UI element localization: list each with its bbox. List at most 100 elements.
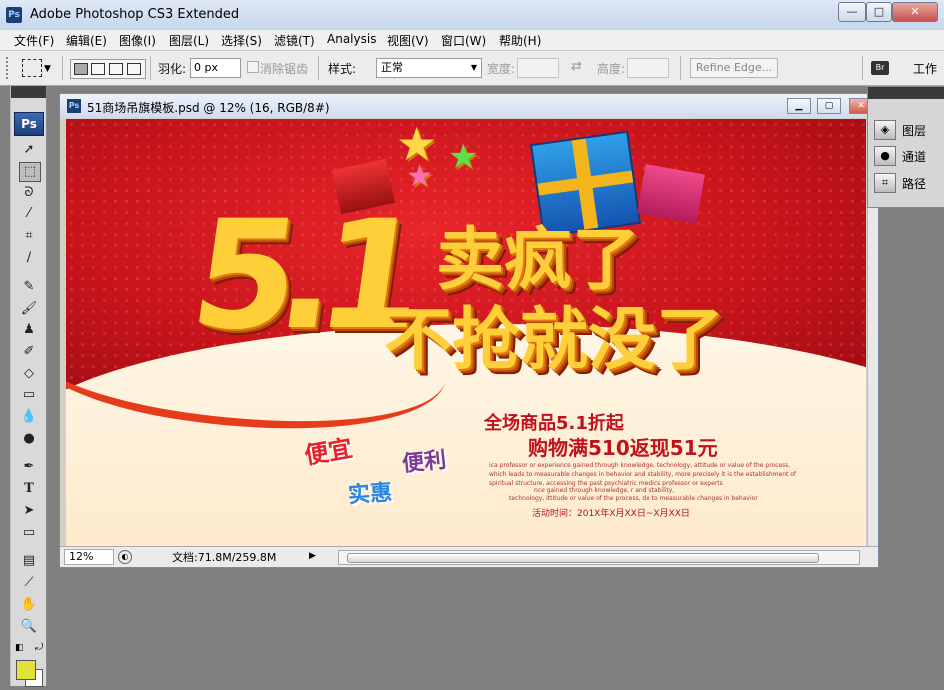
- paths-icon: ⌗: [874, 173, 896, 193]
- menu-window[interactable]: 窗口(W): [441, 32, 486, 49]
- close-button[interactable]: ✕: [892, 2, 938, 22]
- shape-tool-icon[interactable]: ▭: [19, 524, 39, 542]
- menu-edit[interactable]: 编辑(E): [66, 32, 107, 49]
- menu-file[interactable]: 文件(F): [14, 32, 54, 49]
- brush-tool-icon[interactable]: 🖌: [19, 300, 39, 318]
- banner-headline-2: 不抢就没了: [384, 301, 725, 380]
- panel-dock-header[interactable]: [868, 87, 944, 99]
- badge-word-bargain: 实惠: [347, 480, 394, 509]
- menu-bar: 文件(F) 编辑(E) 图像(I) 图层(L) 选择(S) 滤镜(T) Anal…: [0, 30, 944, 51]
- options-grip[interactable]: [6, 57, 12, 79]
- bridge-button[interactable]: Br: [867, 58, 895, 80]
- swap-dimensions-icon[interactable]: ⇄: [571, 59, 582, 74]
- document-title-bar[interactable]: Ps 51商场吊旗模板.psd @ 12% (16, RGB/8#) ▁ ▢ ✕: [60, 94, 878, 118]
- healing-brush-tool-icon[interactable]: ✎: [19, 278, 39, 296]
- panel-layers[interactable]: ◈ 图层: [874, 119, 940, 141]
- promo-cashback-text: 购物满510返现51元: [528, 436, 718, 460]
- document-size-info: 文档:71.8M/259.8M: [172, 551, 277, 564]
- status-preview-icon[interactable]: ◐: [118, 550, 132, 564]
- options-separator: [680, 56, 681, 80]
- add-selection-icon[interactable]: [91, 63, 105, 75]
- gradient-tool-icon[interactable]: ▭: [19, 386, 39, 404]
- zoom-tool-icon[interactable]: 🔍: [19, 618, 39, 636]
- maximize-button[interactable]: □: [866, 2, 892, 22]
- eyedropper-tool-icon[interactable]: ⟋: [19, 574, 39, 592]
- blur-tool-icon[interactable]: 💧: [19, 408, 39, 426]
- menu-analysis[interactable]: Analysis: [327, 32, 376, 46]
- path-selection-tool-icon[interactable]: ➤: [19, 502, 39, 520]
- refine-edge-button[interactable]: Refine Edge...: [690, 58, 778, 78]
- fine-print-line: which leads to measurable changes in beh…: [489, 471, 797, 478]
- history-brush-tool-icon[interactable]: ✐: [19, 343, 39, 361]
- menu-image[interactable]: 图像(I): [119, 32, 156, 49]
- magic-wand-tool-icon[interactable]: ⁄: [19, 205, 39, 223]
- channels-icon: ●: [874, 146, 896, 166]
- panel-layers-label: 图层: [902, 124, 927, 138]
- marquee-tool-icon[interactable]: ⬚: [19, 162, 41, 182]
- zoom-level-field[interactable]: 12%: [64, 549, 114, 565]
- foreground-color-swatch[interactable]: [16, 660, 36, 680]
- status-menu-arrow-icon[interactable]: ▶: [309, 551, 316, 561]
- marquee-preset-icon[interactable]: [22, 59, 42, 77]
- width-input[interactable]: [517, 58, 559, 78]
- crop-tool-icon[interactable]: ⌗: [19, 227, 39, 245]
- style-select[interactable]: 正常 ▼: [376, 58, 482, 78]
- options-bar: ▼ 羽化: 0 px 消除锯齿 样式: 正常 ▼ 宽度: ⇄ 高度: Refin…: [0, 51, 944, 86]
- fine-print-line: ica professor or experience gained throu…: [489, 462, 791, 469]
- panel-dock: ◈ 图层 ● 通道 ⌗ 路径: [867, 86, 944, 208]
- options-separator: [62, 56, 63, 80]
- clone-stamp-tool-icon[interactable]: ♟: [19, 321, 39, 339]
- style-select-value: 正常: [381, 61, 403, 74]
- fine-print-line: nce gained through knowledge, r and stab…: [534, 487, 675, 494]
- menu-help[interactable]: 帮助(H): [499, 32, 541, 49]
- document-minimize-button[interactable]: ▁: [787, 98, 811, 114]
- default-colors-icon[interactable]: ◧: [15, 643, 24, 653]
- pen-tool-icon[interactable]: ✒: [19, 458, 39, 476]
- window-title: Adobe Photoshop CS3 Extended: [30, 7, 240, 22]
- panel-paths[interactable]: ⌗ 路径: [874, 172, 940, 194]
- document-title: 51商场吊旗模板.psd @ 12% (16, RGB/8#): [87, 101, 330, 115]
- selection-mode-group: [70, 59, 146, 79]
- workspace-button[interactable]: 工作: [913, 60, 937, 77]
- subtract-selection-icon[interactable]: [109, 63, 123, 75]
- options-separator: [150, 56, 151, 80]
- menu-filter[interactable]: 滤镜(T): [274, 32, 315, 49]
- panel-channels[interactable]: ● 通道: [874, 145, 940, 167]
- antialias-label: 消除锯齿: [260, 62, 309, 76]
- menu-layer[interactable]: 图层(L): [169, 32, 209, 49]
- height-input[interactable]: [627, 58, 669, 78]
- menu-view[interactable]: 视图(V): [387, 32, 429, 49]
- antialias-checkbox[interactable]: [247, 61, 259, 73]
- horizontal-scrollbar[interactable]: [338, 550, 860, 565]
- options-separator: [318, 56, 319, 80]
- lasso-tool-icon[interactable]: ᘐ: [19, 184, 39, 202]
- document-window: Ps 51商场吊旗模板.psd @ 12% (16, RGB/8#) ▁ ▢ ✕…: [59, 93, 879, 568]
- slice-tool-icon[interactable]: ∕: [19, 249, 39, 267]
- panel-paths-label: 路径: [902, 177, 927, 191]
- swap-colors-icon[interactable]: ⤾: [35, 642, 43, 653]
- bridge-icon: Br: [871, 61, 889, 75]
- event-time-text: 活动时间：201X年X月XX日~X月XX日: [532, 509, 690, 519]
- options-separator: [862, 56, 863, 80]
- fine-print-line: technology, ittitude or value of the pro…: [509, 495, 758, 502]
- new-selection-icon[interactable]: [74, 63, 88, 75]
- notes-tool-icon[interactable]: ▤: [19, 552, 39, 570]
- style-label: 样式:: [328, 62, 357, 76]
- document-icon: Ps: [67, 99, 81, 113]
- preset-dropdown-arrow-icon[interactable]: ▼: [44, 64, 51, 74]
- document-maximize-button[interactable]: ▢: [817, 98, 841, 114]
- menu-select[interactable]: 选择(S): [221, 32, 262, 49]
- horizontal-scrollbar-thumb[interactable]: [347, 553, 819, 563]
- intersect-selection-icon[interactable]: [127, 63, 141, 75]
- eraser-tool-icon[interactable]: ◇: [19, 365, 39, 383]
- minimize-button[interactable]: —: [838, 2, 866, 22]
- hand-tool-icon[interactable]: ✋: [19, 596, 39, 614]
- tools-panel-header[interactable]: [11, 86, 46, 98]
- feather-label: 羽化:: [158, 62, 187, 76]
- move-tool-icon[interactable]: ➚: [19, 141, 39, 159]
- layers-icon: ◈: [874, 120, 896, 140]
- document-canvas[interactable]: ★ ★ ★ 5.1 卖疯了 不抢就没了 全场商品5.1折起 购物满510返现51…: [66, 119, 866, 546]
- feather-input[interactable]: 0 px: [190, 58, 241, 78]
- type-tool-icon[interactable]: T: [19, 480, 39, 498]
- dodge-tool-icon[interactable]: ●: [19, 430, 39, 448]
